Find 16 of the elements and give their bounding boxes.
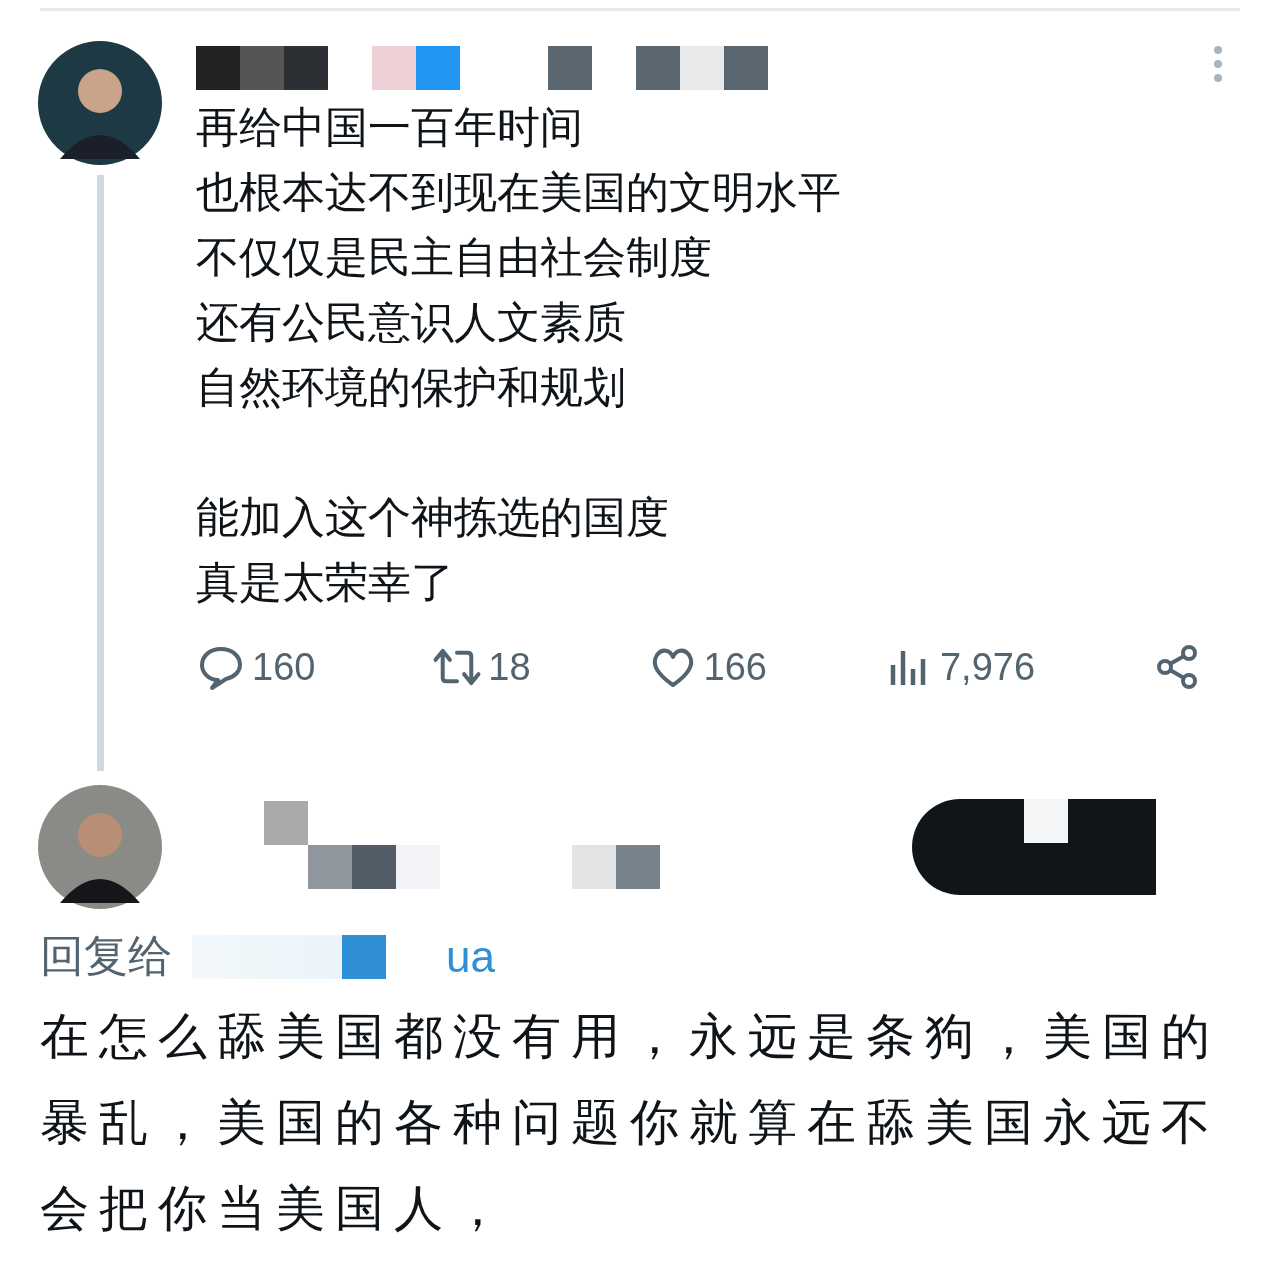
avatar[interactable] bbox=[38, 41, 162, 165]
like-action[interactable]: 166 bbox=[647, 643, 767, 691]
tweet-text-line: 真是太荣幸了 bbox=[196, 556, 455, 609]
tweet-text-line: 能加入这个神拣选的国度 bbox=[196, 491, 670, 544]
retweet-action[interactable]: 18 bbox=[432, 643, 531, 691]
tweet-text-line: 还有公民意识人文素质 bbox=[196, 296, 627, 349]
tweet-text-line: 也根本达不到现在美国的文明水平 bbox=[196, 166, 842, 219]
tweet-text-line: 再给中国一百年时间 bbox=[196, 101, 584, 154]
tweet-text-line: 不仅仅是民主自由社会制度 bbox=[196, 231, 713, 284]
views-action[interactable]: 7,976 bbox=[883, 643, 1036, 691]
reply-action[interactable]: 160 bbox=[196, 643, 316, 691]
avatar[interactable] bbox=[38, 785, 162, 909]
reply-to-handle[interactable]: ua bbox=[446, 931, 495, 982]
reply-to-label: 回复给 bbox=[40, 929, 172, 983]
tweet-text-line: 自然环境的保护和规划 bbox=[196, 361, 627, 414]
reply-text: 在怎么舔美国都没有用，永远是条狗，美国的暴乱，美国的各种问题你就算在舔美国永远不会把你当美国人， bbox=[39, 1007, 1221, 1239]
